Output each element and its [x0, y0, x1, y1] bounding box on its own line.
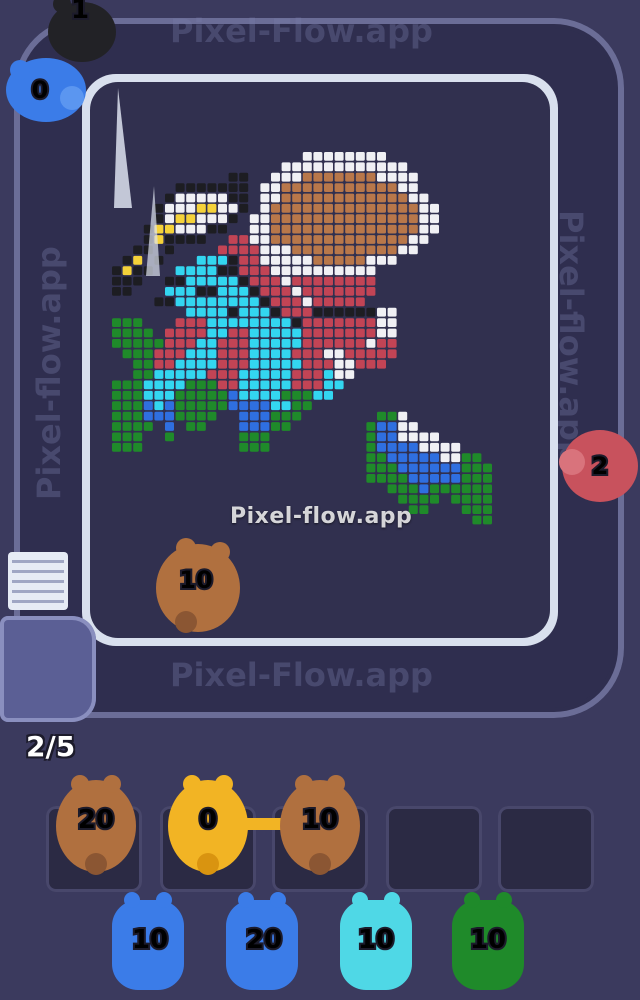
pig-count: 10	[470, 925, 506, 955]
queue-pig-4[interactable]: 10	[452, 892, 524, 990]
queue-pig-1[interactable]: 10	[112, 892, 184, 990]
queue-pig-3[interactable]: 10	[340, 892, 412, 990]
pig-count: 10	[358, 925, 394, 955]
pig-count: 10	[302, 805, 338, 835]
pig-count: 20	[78, 805, 114, 835]
pig-count: 10	[132, 925, 168, 955]
queue-pig-2[interactable]: 20	[226, 892, 298, 990]
slot-pig-1[interactable]: 20	[56, 775, 136, 875]
pig-count: 20	[246, 925, 282, 955]
slot-pig-3[interactable]: 10	[280, 775, 360, 875]
slot-pigs-layer: 20 0 10 10 20 10 10	[56, 775, 524, 990]
pig-count: 0	[199, 805, 217, 835]
slot-pig-2[interactable]: 0	[168, 775, 248, 875]
